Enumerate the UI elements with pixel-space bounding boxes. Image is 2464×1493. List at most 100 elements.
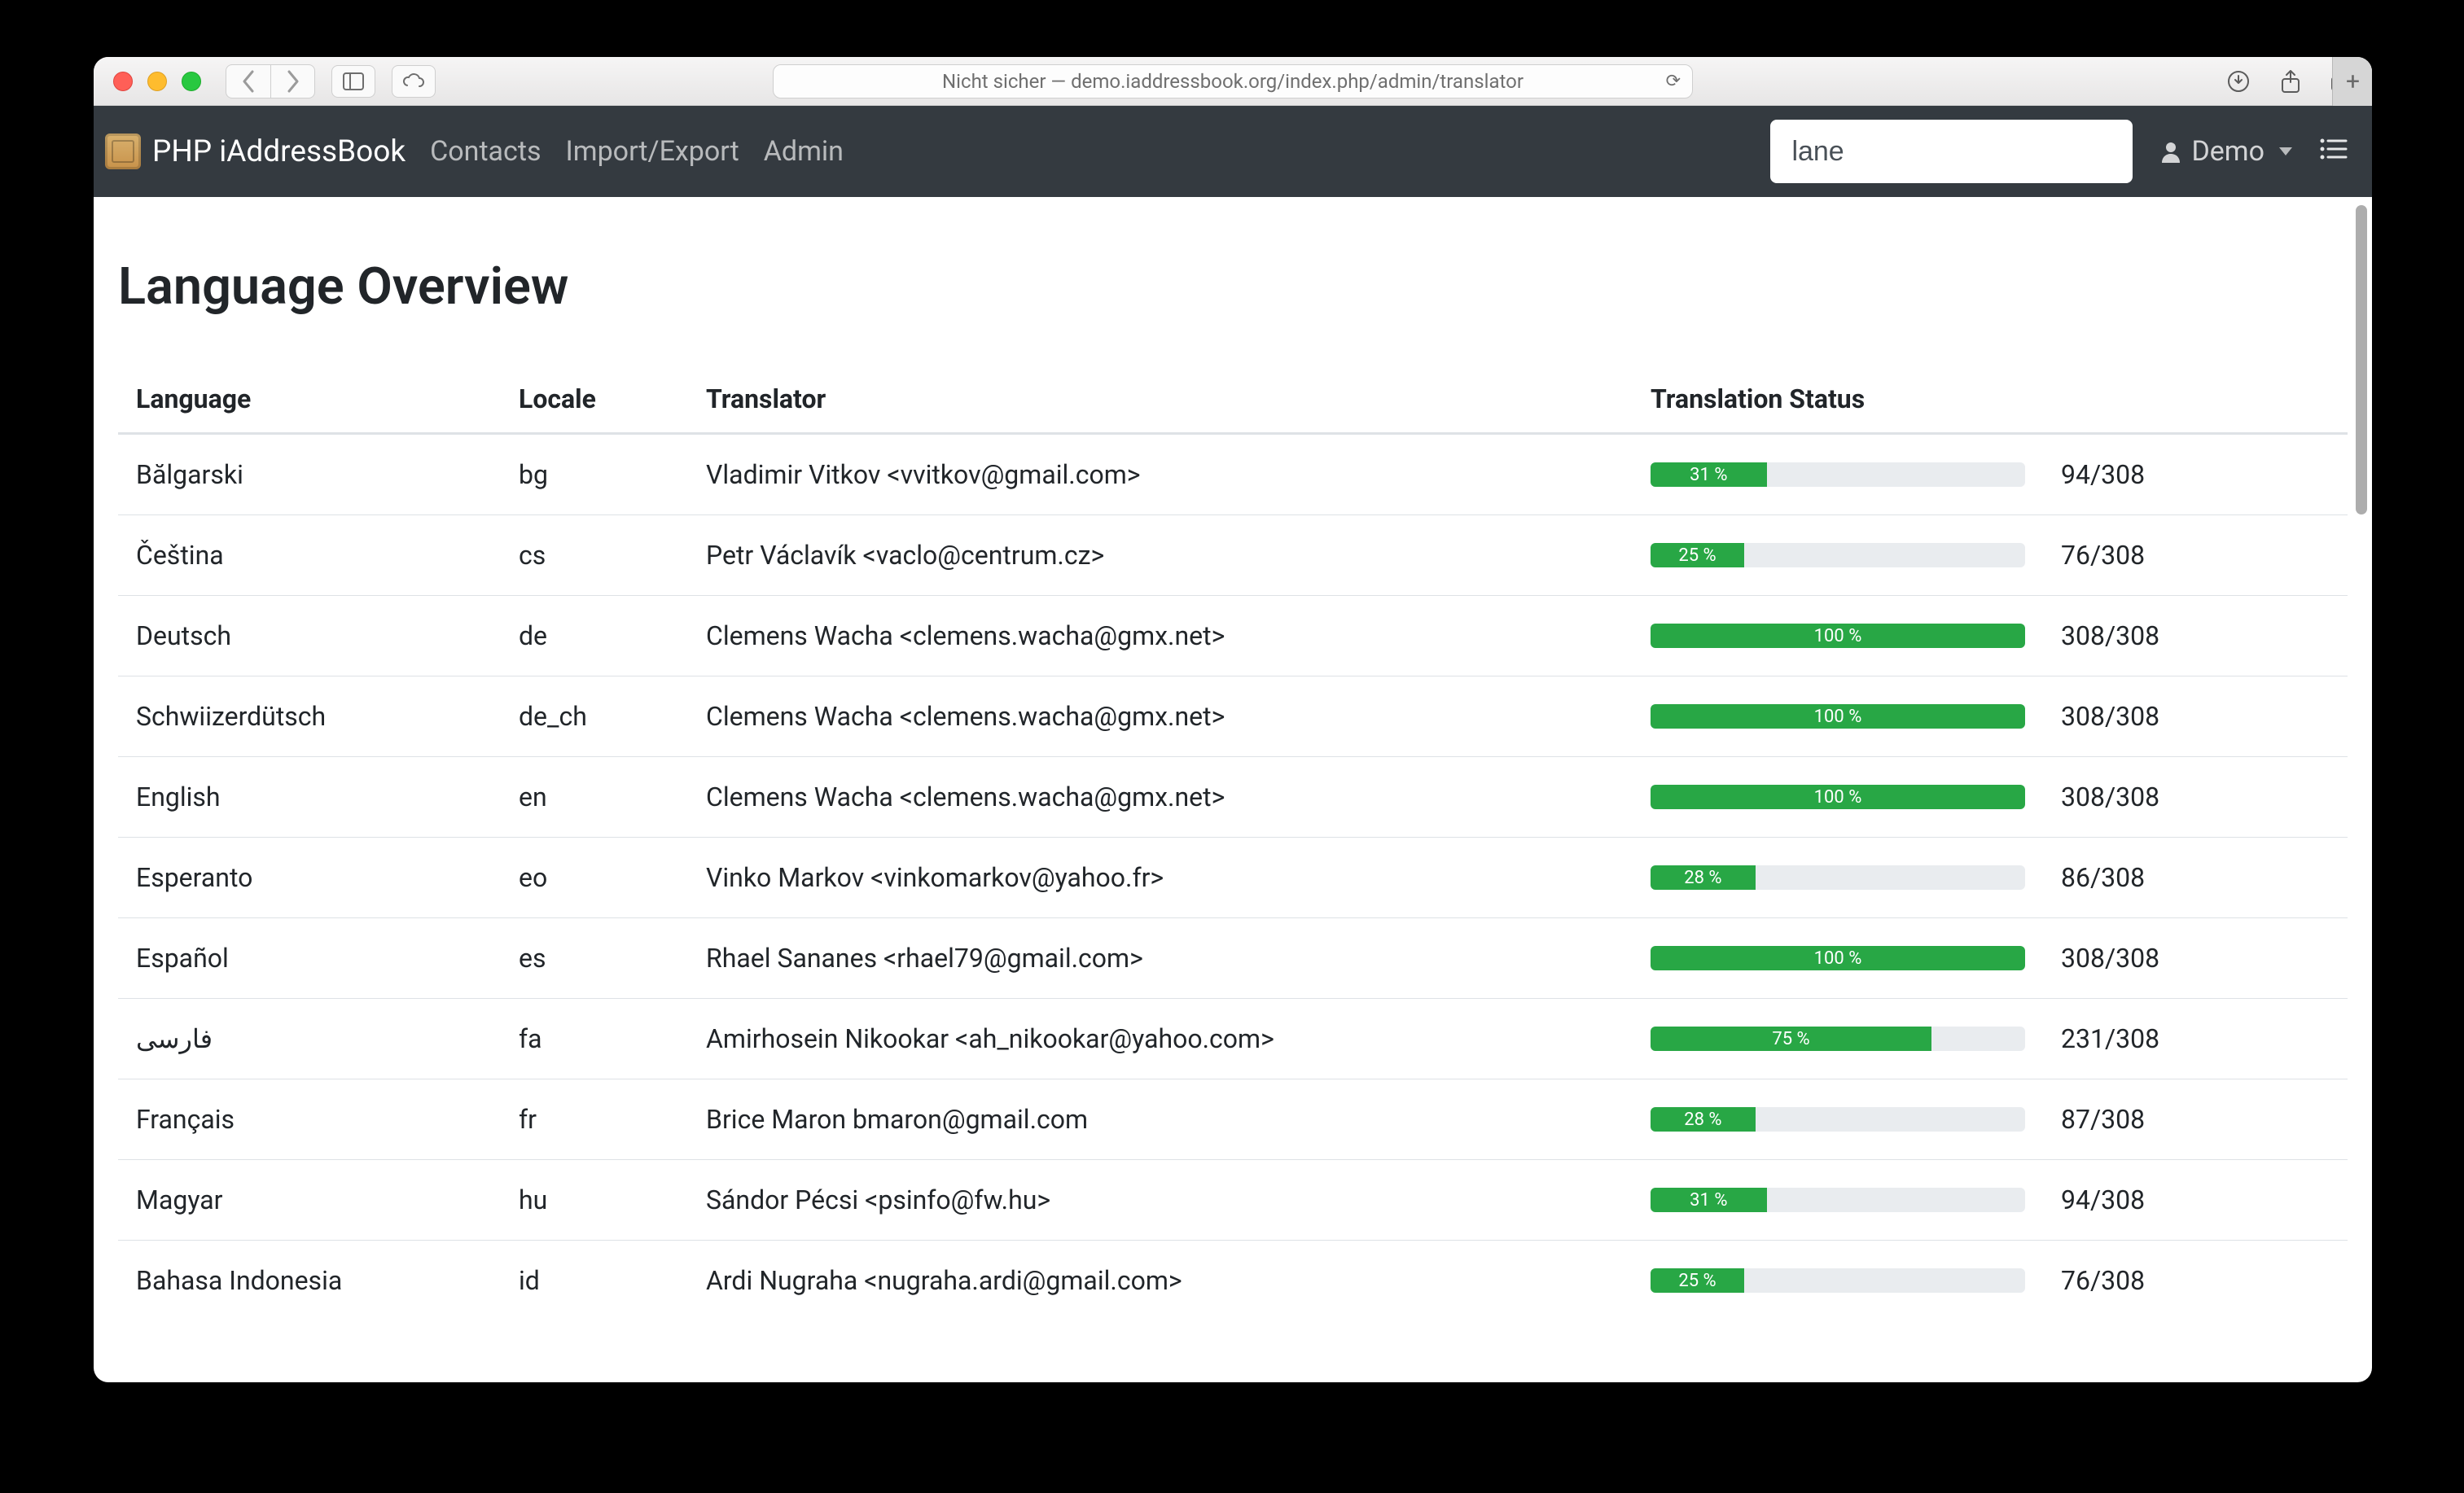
cell-translator: Clemens Wacha <clemens.wacha@gmx.net> [688,757,1633,838]
new-tab-button[interactable]: + [2332,57,2372,106]
brand[interactable]: PHP iAddressBook [105,134,406,169]
progress-ratio: 94/308 [2061,459,2145,490]
cell-status: 75 % 231/308 [1633,999,2348,1079]
sidebar-toggle-button[interactable] [331,65,375,98]
progress-fill: 75 % [1651,1027,1931,1051]
progress-fill: 25 % [1651,1268,1744,1293]
col-translator: Translator [688,366,1633,434]
forward-button[interactable] [270,65,314,98]
user-name: Demo [2191,135,2265,168]
cell-language: Schwiizerdütsch [118,676,501,757]
progress-ratio: 308/308 [2061,701,2159,732]
cell-status: 31 % 94/308 [1633,434,2348,515]
progress-ratio: 308/308 [2061,782,2159,812]
progress-bar: 100 % [1651,704,2025,729]
cell-translator: Sándor Pécsi <psinfo@fw.hu> [688,1160,1633,1241]
language-table: Language Locale Translator Translation S… [118,366,2348,1320]
nav-contacts[interactable]: Contacts [430,135,541,168]
cell-locale: eo [501,838,688,918]
col-status: Translation Status [1633,366,2348,434]
cell-locale: id [501,1241,688,1321]
col-language: Language [118,366,501,434]
cell-translator: Rhael Sananes <rhael79@gmail.com> [688,918,1633,999]
cell-language: Deutsch [118,596,501,676]
page-viewport: PHP iAddressBook Contacts Import/Export … [94,106,2372,1382]
table-row: FrançaisfrBrice Maron bmaron@gmail.com28… [118,1079,2348,1160]
search-box[interactable] [1770,120,2133,183]
progress-bar: 100 % [1651,946,2025,970]
progress-fill: 100 % [1651,624,2025,648]
progress-bar: 28 % [1651,865,2025,890]
cell-translator: Vinko Markov <vinkomarkov@yahoo.fr> [688,838,1633,918]
cell-status: 100 % 308/308 [1633,676,2348,757]
cell-translator: Clemens Wacha <clemens.wacha@gmx.net> [688,596,1633,676]
table-row: Bahasa IndonesiaidArdi Nugraha <nugraha.… [118,1241,2348,1321]
progress-ratio: 76/308 [2061,540,2145,571]
progress-bar: 100 % [1651,624,2025,648]
cell-language: فارسی [118,999,501,1079]
progress-bar: 31 % [1651,1188,2025,1212]
cell-status: 100 % 308/308 [1633,757,2348,838]
table-row: ČeštinacsPetr Václavík <vaclo@centrum.cz… [118,515,2348,596]
close-icon[interactable] [113,72,133,91]
share-icon[interactable] [2273,63,2308,99]
col-locale: Locale [501,366,688,434]
address-text: Nicht sicher — demo.iaddressbook.org/ind… [942,70,1524,93]
cell-status: 100 % 308/308 [1633,596,2348,676]
progress-fill: 28 % [1651,1107,1756,1132]
table-row: DeutschdeClemens Wacha <clemens.wacha@gm… [118,596,2348,676]
progress-ratio: 76/308 [2061,1265,2145,1296]
progress-fill: 25 % [1651,543,1744,567]
scrollbar[interactable] [2356,205,2367,514]
progress-bar: 31 % [1651,462,2025,487]
page-title: Language Overview [118,257,2348,317]
progress-bar: 25 % [1651,1268,2025,1293]
cell-status: 25 % 76/308 [1633,515,2348,596]
cell-translator: Vladimir Vitkov <vvitkov@gmail.com> [688,434,1633,515]
cell-translator: Petr Václavík <vaclo@centrum.cz> [688,515,1633,596]
table-row: فارسیfaAmirhosein Nikookar <ah_nikookar@… [118,999,2348,1079]
cell-locale: fa [501,999,688,1079]
progress-bar: 75 % [1651,1027,2025,1051]
progress-bar: 25 % [1651,543,2025,567]
table-header-row: Language Locale Translator Translation S… [118,366,2348,434]
cell-locale: de_ch [501,676,688,757]
nav-import-export[interactable]: Import/Export [566,135,739,168]
progress-ratio: 308/308 [2061,943,2159,974]
cell-locale: de [501,596,688,676]
cell-locale: es [501,918,688,999]
cell-locale: en [501,757,688,838]
nav-admin[interactable]: Admin [764,135,844,168]
cell-translator: Clemens Wacha <clemens.wacha@gmx.net> [688,676,1633,757]
cell-language: Magyar [118,1160,501,1241]
progress-ratio: 86/308 [2061,862,2145,893]
user-menu[interactable]: Demo [2160,135,2292,168]
back-button[interactable] [226,65,270,98]
nav-arrows [226,64,315,99]
page-content: Language Overview Language Locale Transl… [94,197,2372,1320]
progress-fill: 28 % [1651,865,1756,890]
progress-ratio: 308/308 [2061,620,2159,651]
cell-status: 31 %94/308 [1633,1160,2348,1241]
progress-fill: 100 % [1651,704,2025,729]
cell-locale: cs [501,515,688,596]
cell-status: 28 % 86/308 [1633,838,2348,918]
address-bar[interactable]: Nicht sicher — demo.iaddressbook.org/ind… [773,64,1693,99]
downloads-icon[interactable] [2221,63,2256,99]
zoom-icon[interactable] [182,72,201,91]
table-row: MagyarhuSándor Pécsi <psinfo@fw.hu>31 %9… [118,1160,2348,1241]
cell-language: Esperanto [118,838,501,918]
cell-locale: fr [501,1079,688,1160]
progress-ratio: 231/308 [2061,1023,2159,1054]
brand-icon [105,134,141,169]
progress-bar: 100 % [1651,785,2025,809]
list-icon[interactable] [2320,135,2348,168]
cell-status: 25 % 76/308 [1633,1241,2348,1321]
minimize-icon[interactable] [147,72,167,91]
icloud-tabs-button[interactable] [392,65,436,98]
table-row: Schwiizerdütschde_chClemens Wacha <cleme… [118,676,2348,757]
reload-icon[interactable]: ⟳ [1666,71,1681,91]
search-input[interactable] [1790,135,2113,169]
user-icon [2160,140,2181,163]
progress-fill: 31 % [1651,1188,1767,1212]
